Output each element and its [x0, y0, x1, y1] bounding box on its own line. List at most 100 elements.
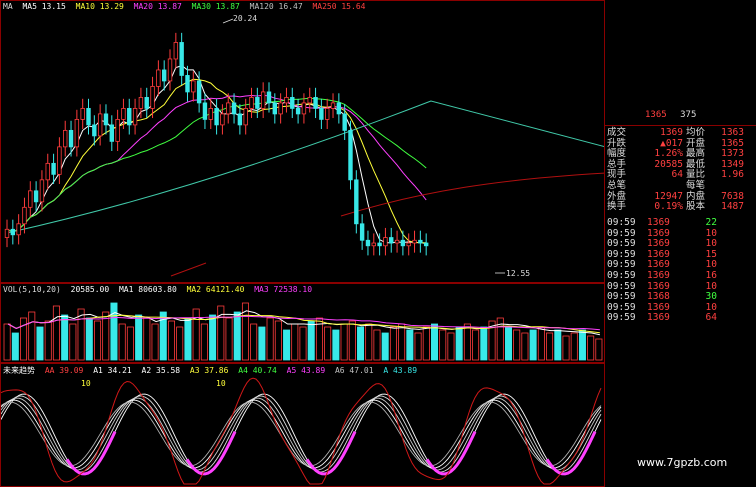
- volume-bar: [85, 317, 93, 361]
- ind-a: AA 39.09: [44, 366, 84, 375]
- volume-bar: [389, 326, 397, 361]
- candle-body: [278, 102, 283, 115]
- price-chart-pane[interactable]: MA MA5 13.15 MA10 13.29 MA20 13.87 MA30 …: [0, 0, 605, 283]
- volume-bar: [151, 323, 159, 361]
- candle-body: [150, 86, 155, 109]
- indicator-chart-pane[interactable]: 未来趋势 AA 39.09 A1 34.21 A2 35.58 A3 37.86…: [0, 363, 605, 487]
- trend-line: [1, 397, 602, 471]
- tick-v: 22: [705, 217, 717, 228]
- candle-body: [92, 124, 97, 137]
- volume-chart-svg: [3, 302, 603, 361]
- candle-body: [138, 97, 144, 109]
- volume-bar: [52, 305, 60, 361]
- volume-bar: [11, 332, 19, 361]
- volume-bar: [430, 323, 439, 361]
- candle-body: [295, 108, 301, 115]
- ind-a2: A2 35.58: [141, 366, 181, 375]
- tick-p: 1369: [647, 217, 670, 228]
- volume-bar: [472, 329, 480, 361]
- candle-body: [16, 223, 21, 236]
- volume-bar: [447, 332, 455, 361]
- volume-bar: [554, 329, 562, 361]
- candle-body: [272, 102, 278, 115]
- quote-row: 现手 64 量比 1.96: [607, 170, 756, 181]
- quote-grid: 成交 1369 均价 1363 升跌 ▲017 开盘 1365 幅度 1.26% 最高 1373 总手 2…: [607, 127, 756, 213]
- candle-body: [260, 91, 266, 109]
- candle-body: [220, 113, 225, 126]
- candle-body: [22, 206, 27, 225]
- volume-chart-pane[interactable]: VOL(5,10,20) 20585.00 MA1 80603.80 MA2 6…: [0, 283, 605, 363]
- quote-l: 成交: [607, 127, 627, 138]
- volume-bar: [562, 335, 570, 361]
- volume-bar: [3, 323, 11, 361]
- candle-body: [57, 146, 62, 175]
- candle-body: [86, 108, 91, 126]
- volume-bar: [233, 311, 241, 361]
- trend-highlight: [305, 431, 357, 476]
- volume-bar: [537, 326, 545, 361]
- quote-v: 0.19%: [654, 201, 683, 213]
- quote-v: [640, 181, 683, 192]
- volume-legend: VOL(5,10,20) 20585.00 MA1 80603.80 MA2 6…: [3, 285, 317, 294]
- volume-bar: [176, 326, 184, 361]
- volume-bar: [324, 326, 332, 361]
- vol-ma3: MA3 72538.10: [254, 285, 313, 294]
- red-oscillator-line: [1, 377, 602, 485]
- tick-t: 09:59: [607, 269, 636, 281]
- candle-body: [319, 108, 324, 120]
- ma250-line-segment: [170, 262, 207, 277]
- candle-body: [214, 108, 219, 126]
- tick-v: 64: [705, 312, 717, 324]
- volume-bar: [529, 329, 537, 361]
- candle-body: [97, 113, 103, 137]
- ind-a7: A 43.89: [383, 366, 418, 375]
- candle-body: [202, 102, 208, 120]
- ind-a1: A1 34.21: [93, 366, 132, 375]
- candle-body: [249, 97, 254, 109]
- quote-l: 总笔: [607, 179, 627, 191]
- vol-ma1: MA1 80603.80: [118, 285, 177, 294]
- tick-row: 09:59 1369 64: [607, 313, 756, 324]
- trend-line: [1, 401, 602, 467]
- ma10-label: MA10 13.29: [75, 2, 124, 11]
- candle-body: [290, 97, 295, 109]
- volume-bar: [422, 326, 430, 361]
- quote-l2: 均价: [686, 127, 706, 138]
- tick-row: 09:59 1369 22: [607, 217, 756, 229]
- volume-bar: [406, 329, 414, 361]
- volume-bar: [44, 320, 52, 361]
- indicator-legend: 未来趋势 AA 39.09 A1 34.21 A2 35.58 A3 37.86…: [3, 365, 422, 376]
- volume-bar: [209, 314, 217, 361]
- quote-row: 成交 1369 均价 1363: [607, 127, 756, 139]
- candle-body: [342, 113, 347, 131]
- tick-list: 09:59 1369 22 09:59 1369 10 09:59 1369 10 09:59 13…: [607, 217, 756, 324]
- quote-row: 总笔 每笔: [607, 179, 756, 192]
- candle-body: [365, 239, 371, 247]
- candle-body: [330, 102, 336, 109]
- candle-body: [4, 228, 10, 238]
- volume-bar: [587, 335, 595, 361]
- quote-v2: 1487: [721, 202, 744, 213]
- volume-bar: [143, 317, 151, 361]
- volume-bar: [258, 326, 266, 361]
- candle-body: [266, 91, 272, 104]
- candle-body: [191, 80, 196, 93]
- candle-body: [307, 97, 312, 104]
- candle-body: [33, 190, 39, 203]
- ma5-line: [6, 65, 427, 245]
- volume-bar: [291, 323, 299, 361]
- ma-label: MA: [3, 2, 13, 11]
- vol-ma2: MA2 64121.40: [186, 285, 245, 294]
- ma20-label: MA20 13.87: [133, 2, 182, 11]
- quote-v2: 1349: [721, 159, 744, 170]
- candle-body: [80, 108, 85, 120]
- marker-label: 10: [216, 379, 226, 388]
- candle-body: [394, 239, 400, 244]
- quote-l2: 每笔: [686, 179, 706, 191]
- volume-bar: [167, 320, 176, 361]
- quote-v2: 7638: [721, 191, 744, 202]
- volume-bar: [570, 332, 578, 361]
- quote-v2: 1365: [721, 138, 744, 149]
- volume-bar: [266, 317, 274, 361]
- candle-body: [74, 119, 80, 148]
